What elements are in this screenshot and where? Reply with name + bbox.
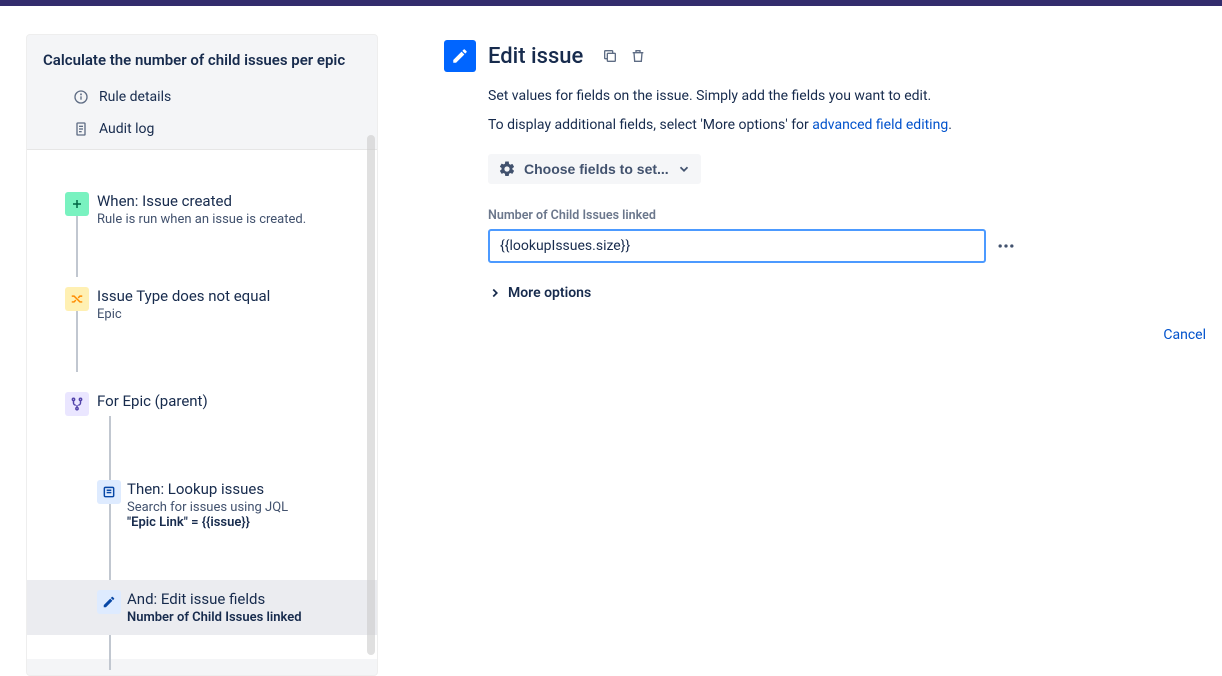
rule-details-label: Rule details	[99, 89, 171, 105]
step-sub: Search for issues using JQL "Epic Link" …	[127, 500, 361, 530]
shuffle-icon	[65, 287, 89, 311]
step-sub: Rule is run when an issue is created.	[97, 212, 361, 227]
step-title: When: Issue created	[97, 192, 361, 210]
rule-title: Calculate the number of child issues per…	[27, 35, 377, 81]
chevron-right-icon	[488, 286, 502, 300]
step-lookup[interactable]: Then: Lookup issues Search for issues us…	[27, 470, 377, 540]
step-condition[interactable]: Issue Type does not equal Epic	[27, 277, 377, 332]
step-sub: Epic	[97, 307, 361, 322]
scrollbar[interactable]	[367, 135, 375, 655]
audit-log-label: Audit log	[99, 121, 154, 137]
audit-log-link[interactable]: Audit log	[27, 113, 377, 145]
step-title: Issue Type does not equal	[97, 287, 361, 305]
field-more-button[interactable]	[994, 236, 1018, 256]
copy-button[interactable]	[599, 45, 621, 67]
step-sub: Number of Child Issues linked	[127, 610, 361, 625]
child-issues-input[interactable]	[488, 229, 986, 263]
chevron-down-icon	[677, 162, 691, 176]
description-1: Set values for fields on the issue. Simp…	[488, 86, 1208, 107]
document-icon	[73, 121, 89, 137]
step-title: Then: Lookup issues	[127, 480, 361, 498]
main-panel: Edit issue Set values for fields on the …	[378, 6, 1222, 676]
choose-fields-label: Choose fields to set...	[524, 161, 669, 177]
rule-details-link[interactable]: Rule details	[27, 81, 377, 113]
plus-icon	[65, 192, 89, 216]
search-list-icon	[97, 480, 121, 504]
step-title: And: Edit issue fields	[127, 590, 361, 608]
delete-button[interactable]	[627, 45, 649, 67]
rule-sidebar: Calculate the number of child issues per…	[26, 34, 378, 676]
step-branch[interactable]: For Epic (parent)	[27, 382, 377, 420]
field-label: Number of Child Issues linked	[488, 208, 1208, 223]
cancel-button[interactable]: Cancel	[1163, 327, 1206, 343]
gear-icon	[498, 160, 516, 178]
edit-issue-badge-icon	[444, 40, 476, 72]
info-icon	[73, 89, 89, 105]
advanced-editing-link[interactable]: advanced field editing	[812, 117, 948, 133]
description-2: To display additional fields, select 'Mo…	[488, 115, 1208, 136]
step-edit-issue[interactable]: And: Edit issue fields Number of Child I…	[27, 580, 377, 635]
step-trigger[interactable]: When: Issue created Rule is run when an …	[27, 182, 377, 237]
more-options-toggle[interactable]: More options	[488, 285, 1208, 301]
branch-icon	[65, 392, 89, 416]
pencil-icon	[97, 590, 121, 614]
more-options-label: More options	[508, 285, 591, 301]
choose-fields-button[interactable]: Choose fields to set...	[488, 154, 701, 184]
page-title: Edit issue	[488, 44, 583, 69]
step-title: For Epic (parent)	[97, 392, 361, 410]
